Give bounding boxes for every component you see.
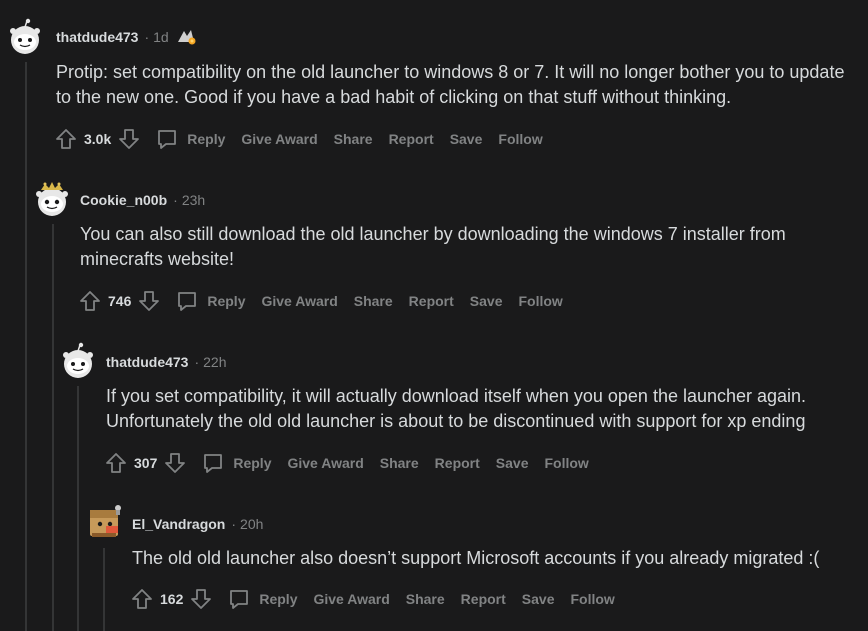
comment-icon	[158, 130, 177, 149]
reply-label: Reply	[207, 293, 246, 309]
reply-button[interactable]: Reply	[227, 587, 297, 611]
thread-line[interactable]	[103, 548, 105, 631]
upvote-icon[interactable]	[54, 127, 78, 151]
username[interactable]: thatdude473	[106, 354, 188, 370]
separator: ·	[173, 192, 178, 208]
thread-line[interactable]	[77, 386, 79, 631]
report-button[interactable]: Report	[461, 591, 506, 607]
comment-body: If you set compatibility, it will actual…	[106, 386, 807, 431]
upvote-icon[interactable]	[78, 289, 102, 313]
separator: ·	[231, 516, 237, 532]
share-button[interactable]: Share	[354, 293, 393, 309]
downvote-icon[interactable]	[163, 451, 187, 475]
vote-score: 162	[160, 591, 184, 607]
avatar[interactable]	[6, 18, 44, 56]
username[interactable]: thatdude473	[56, 29, 138, 45]
vote-score: 307	[134, 455, 158, 471]
upvote-icon[interactable]	[104, 451, 128, 475]
save-button[interactable]: Save	[470, 293, 503, 309]
timestamp[interactable]: 22h	[203, 354, 226, 370]
avatar[interactable]	[59, 342, 97, 380]
save-button[interactable]: Save	[450, 131, 483, 147]
vote-score: 746	[108, 293, 132, 309]
timestamp[interactable]: 23h	[182, 192, 205, 208]
give-award-button[interactable]: Give Award	[261, 293, 337, 309]
avatar[interactable]	[33, 180, 71, 218]
follow-button[interactable]: Follow	[545, 455, 589, 471]
vote-controls: 162	[130, 587, 213, 611]
share-button[interactable]: Share	[406, 591, 445, 607]
follow-button[interactable]: Follow	[519, 293, 563, 309]
username[interactable]: El_Vandragon	[132, 516, 225, 532]
save-button[interactable]: Save	[522, 591, 555, 607]
downvote-icon[interactable]	[117, 127, 141, 151]
reply-button[interactable]: Reply	[201, 451, 271, 475]
report-button[interactable]: Report	[389, 131, 434, 147]
reply-button[interactable]: Reply	[175, 289, 245, 313]
downvote-icon[interactable]	[189, 587, 213, 611]
comment-body: Protip: set compatibility on the old lau…	[56, 62, 845, 107]
reply-label: Reply	[233, 455, 272, 471]
vote-score: 3.0k	[84, 131, 112, 147]
comment-body: The old old launcher also doesn’t suppor…	[132, 548, 820, 568]
reply-label: Reply	[259, 591, 298, 607]
thread-line[interactable]	[52, 224, 54, 631]
timestamp[interactable]: 20h	[240, 516, 263, 532]
comment-icon	[204, 454, 223, 473]
give-award-button[interactable]: Give Award	[241, 131, 317, 147]
give-award-button[interactable]: Give Award	[313, 591, 389, 607]
share-button[interactable]: Share	[334, 131, 373, 147]
follow-button[interactable]: Follow	[498, 131, 542, 147]
vote-controls: 746	[78, 289, 161, 313]
separator: ·	[194, 354, 200, 370]
vote-controls: 3.0k	[54, 127, 141, 151]
share-button[interactable]: Share	[380, 455, 419, 471]
comment-body: You can also still download the old laun…	[80, 224, 786, 269]
downvote-icon[interactable]	[137, 289, 161, 313]
username[interactable]: Cookie_n00b	[80, 192, 167, 208]
thread-line[interactable]	[25, 62, 27, 631]
separator: ·	[144, 29, 150, 45]
give-award-button[interactable]: Give Award	[287, 455, 363, 471]
reply-label: Reply	[187, 131, 226, 147]
comment-icon	[230, 590, 249, 609]
vote-controls: 307	[104, 451, 187, 475]
upvote-icon[interactable]	[130, 587, 154, 611]
avatar[interactable]	[86, 502, 124, 540]
report-button[interactable]: Report	[435, 455, 480, 471]
save-button[interactable]: Save	[496, 455, 529, 471]
comment-icon	[178, 292, 197, 311]
reply-button[interactable]: Reply	[155, 127, 225, 151]
timestamp[interactable]: 1d	[153, 29, 169, 45]
award-icon[interactable]	[175, 28, 197, 46]
report-button[interactable]: Report	[409, 293, 454, 309]
follow-button[interactable]: Follow	[571, 591, 615, 607]
